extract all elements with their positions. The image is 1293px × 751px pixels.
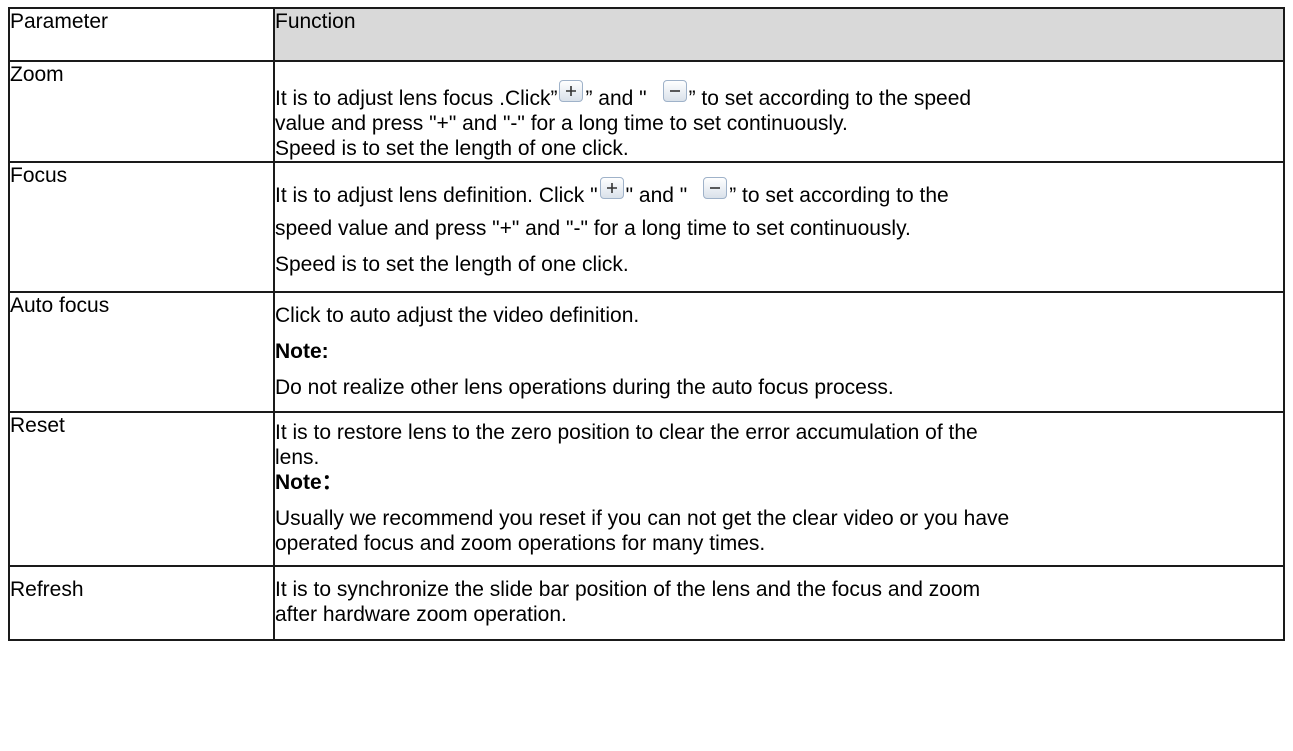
zoom-text-b: ” and " bbox=[585, 87, 647, 110]
param-auto-focus: Auto focus bbox=[8, 291, 275, 413]
function-reset: It is to restore lens to the zero positi… bbox=[273, 411, 1285, 567]
refresh-line-1: It is to synchronize the slide bar posit… bbox=[275, 578, 981, 601]
focus-text-b: " and " bbox=[625, 184, 688, 207]
zoom-text-a: It is to adjust lens focus .Click” bbox=[275, 87, 558, 110]
focus-line-2: speed value and press "+" and "-" for a … bbox=[275, 217, 911, 240]
param-zoom: Zoom bbox=[8, 60, 275, 163]
function-zoom: It is to adjust lens focus .Click” ” and … bbox=[273, 60, 1285, 163]
table-row-focus: Focus It is to adjust lens definition. C… bbox=[8, 161, 1285, 293]
header-parameter: Parameter bbox=[8, 7, 275, 62]
minus-button-icon bbox=[662, 80, 687, 102]
zoom-line-2: value and press "+" and "-" for a long t… bbox=[275, 112, 848, 135]
param-refresh: Refresh bbox=[8, 565, 275, 641]
focus-text-a: It is to adjust lens definition. Click " bbox=[275, 184, 598, 207]
zoom-line-1: It is to adjust lens focus .Click” ” and … bbox=[275, 80, 1283, 111]
function-auto-focus: Click to auto adjust the video definitio… bbox=[273, 291, 1285, 413]
header-function: Function bbox=[273, 7, 1285, 62]
auto-focus-line-3: Do not realize other lens operations dur… bbox=[275, 376, 894, 399]
table-row-reset: Reset It is to restore lens to the zero … bbox=[8, 411, 1285, 567]
auto-focus-line-1: Click to auto adjust the video definitio… bbox=[275, 304, 640, 327]
reset-note-label: Note： bbox=[275, 471, 343, 494]
reset-line-1: It is to restore lens to the zero positi… bbox=[275, 421, 978, 444]
reset-line-5: operated focus and zoom operations for m… bbox=[275, 532, 766, 555]
parameter-table: Parameter Function Zoom It is to adjust … bbox=[8, 7, 1285, 641]
focus-text-c: ” to set according to the bbox=[729, 184, 949, 207]
table-row-refresh: Refresh It is to synchronize the slide b… bbox=[8, 565, 1285, 641]
param-reset: Reset bbox=[8, 411, 275, 567]
table-row-auto-focus: Auto focus Click to auto adjust the vide… bbox=[8, 291, 1285, 413]
refresh-line-2: after hardware zoom operation. bbox=[275, 603, 567, 626]
table-row-zoom: Zoom It is to adjust lens focus .Click” ”… bbox=[8, 60, 1285, 163]
zoom-text-c: ” to set according to the speed bbox=[688, 87, 972, 110]
reset-line-4: Usually we recommend you reset if you ca… bbox=[275, 507, 1010, 530]
reset-line-2: lens. bbox=[275, 446, 320, 469]
plus-button-icon bbox=[599, 177, 624, 199]
focus-line-1: It is to adjust lens definition. Click "… bbox=[275, 177, 1283, 208]
function-refresh: It is to synchronize the slide bar posit… bbox=[273, 565, 1285, 641]
zoom-line-3: Speed is to set the length of one click. bbox=[275, 137, 629, 160]
focus-line-3: Speed is to set the length of one click. bbox=[275, 253, 629, 276]
plus-button-icon bbox=[559, 80, 584, 102]
auto-focus-note-label: Note: bbox=[275, 340, 329, 363]
function-focus: It is to adjust lens definition. Click "… bbox=[273, 161, 1285, 293]
param-focus: Focus bbox=[8, 161, 275, 293]
minus-button-icon bbox=[703, 177, 728, 199]
table-header-row: Parameter Function bbox=[8, 7, 1285, 62]
